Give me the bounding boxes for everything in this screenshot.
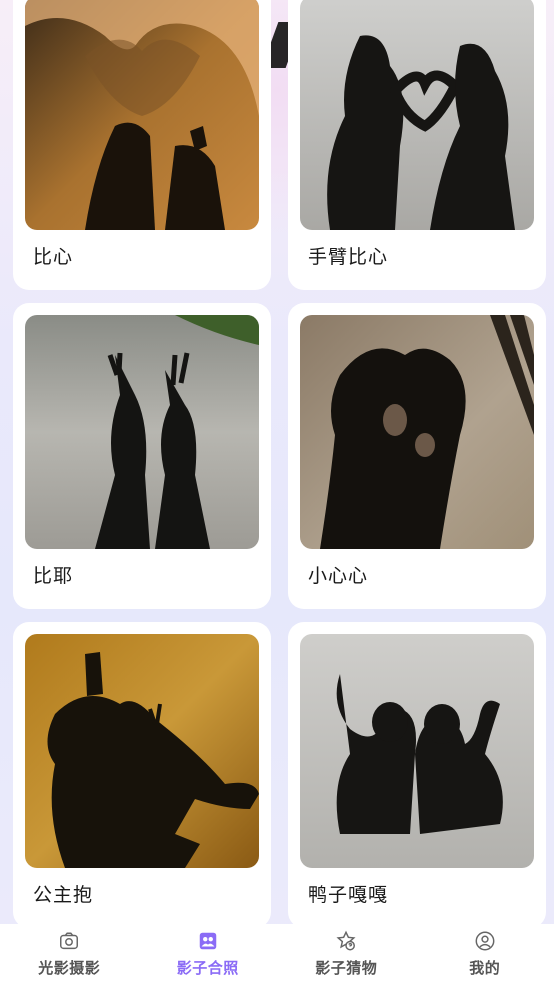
pose-card-peace[interactable]: 比耶	[13, 303, 271, 609]
pose-card-princess-carry[interactable]: 公主抱	[13, 622, 271, 924]
pose-card-heart[interactable]: 比心	[13, 0, 271, 290]
bottom-tab-bar: 光影摄影 影子合照 影子猜物 我的	[0, 924, 554, 984]
camera-icon	[60, 932, 79, 950]
photo-grid: 比心 手臂比心 比耶 小心心 公主抱 鸭子嘎嘎	[0, 0, 554, 924]
tab-shadow-group-photo[interactable]: 影子合照	[139, 924, 278, 984]
star-question-icon	[336, 930, 356, 951]
tab-label: 我的	[469, 959, 501, 977]
pose-label: 公主抱	[33, 884, 94, 906]
pose-label: 比耶	[33, 565, 74, 587]
pose-photo	[25, 0, 259, 230]
tab-mine[interactable]: 我的	[416, 924, 554, 984]
group-photo-icon	[199, 932, 216, 950]
pose-label: 比心	[33, 246, 74, 268]
tab-shadow-guess[interactable]: 影子猜物	[277, 924, 416, 984]
pose-photo	[25, 315, 259, 549]
tab-light-shadow-photography[interactable]: 光影摄影	[0, 924, 139, 984]
tab-label: 影子合照	[176, 959, 239, 977]
pose-card-arm-heart[interactable]: 手臂比心	[288, 0, 546, 290]
pose-photo	[300, 634, 534, 868]
pose-label: 小心心	[308, 565, 369, 587]
tab-label: 光影摄影	[38, 959, 101, 977]
profile-icon	[475, 931, 495, 951]
pose-label: 手臂比心	[308, 246, 389, 268]
pose-photo	[300, 0, 534, 230]
pose-card-little-heart[interactable]: 小心心	[288, 303, 546, 609]
pose-photo	[25, 634, 259, 868]
tab-label: 影子猜物	[315, 959, 378, 977]
pose-label: 鸭子嘎嘎	[308, 884, 389, 906]
pose-card-duck[interactable]: 鸭子嘎嘎	[288, 622, 546, 924]
pose-photo	[300, 315, 534, 549]
